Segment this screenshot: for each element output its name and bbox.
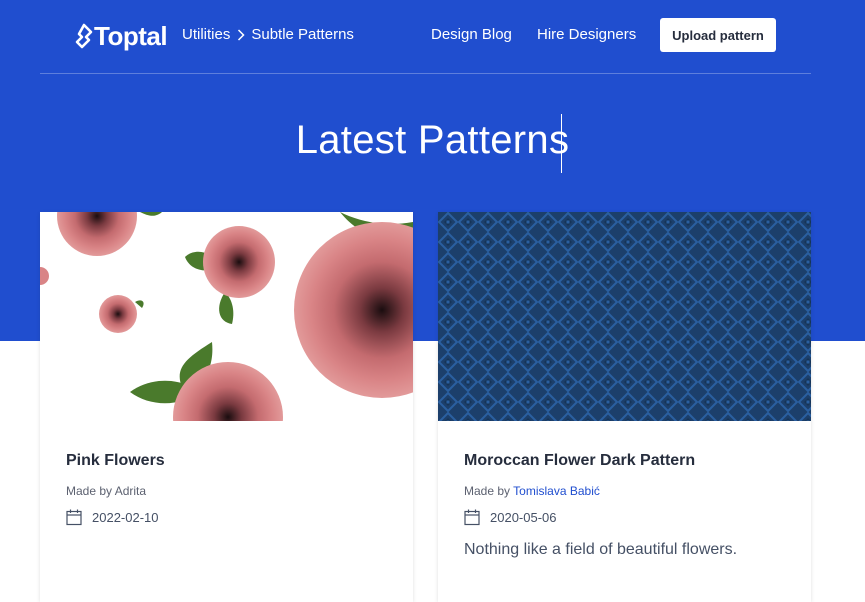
pattern-image[interactable] <box>438 212 811 421</box>
pattern-title[interactable]: Pink Flowers <box>66 452 165 470</box>
header-divider <box>40 73 811 74</box>
toptal-logo[interactable]: Toptal <box>75 20 168 52</box>
toptal-logo-icon <box>75 23 93 49</box>
author-prefix: Made by <box>464 484 514 498</box>
chevron-right-icon <box>238 28 245 41</box>
pattern-title[interactable]: Moroccan Flower Dark Pattern <box>464 452 695 470</box>
date-text: 2022-02-10 <box>92 510 159 525</box>
pattern-author: Made by Tomislava Babić <box>464 484 600 498</box>
author-prefix: Made by <box>66 484 115 498</box>
breadcrumb: Utilities Subtle Patterns <box>182 26 354 43</box>
pattern-date: 2022-02-10 <box>66 509 159 526</box>
pattern-card[interactable]: Pink Flowers Made by Adrita 2022-02-10 <box>40 212 413 602</box>
author-name: Adrita <box>114 484 147 498</box>
calendar-icon <box>66 509 82 526</box>
logo-text: Toptal <box>94 20 168 51</box>
site-header: Toptal Utilities Subtle Patterns Design … <box>0 0 865 74</box>
pattern-card[interactable]: Moroccan Flower Dark Pattern Made by Tom… <box>438 212 811 602</box>
pattern-author: Made by Adrita <box>66 484 146 498</box>
page-title: Latest Patterns <box>295 118 570 162</box>
pattern-date: 2020-05-06 <box>464 509 557 526</box>
date-text: 2020-05-06 <box>490 510 557 525</box>
upload-pattern-button[interactable]: Upload pattern <box>660 18 776 52</box>
breadcrumb-subtle-patterns[interactable]: Subtle Patterns <box>251 26 354 43</box>
pattern-description: Nothing like a field of beautiful flower… <box>464 541 738 558</box>
calendar-icon <box>464 509 480 526</box>
pattern-image[interactable] <box>40 212 413 421</box>
author-link[interactable]: Tomislava Babić <box>513 484 600 498</box>
nav-design-blog[interactable]: Design Blog <box>431 26 512 43</box>
breadcrumb-utilities[interactable]: Utilities <box>182 26 230 43</box>
text-cursor <box>561 114 562 173</box>
nav-hire-designers[interactable]: Hire Designers <box>537 26 636 43</box>
